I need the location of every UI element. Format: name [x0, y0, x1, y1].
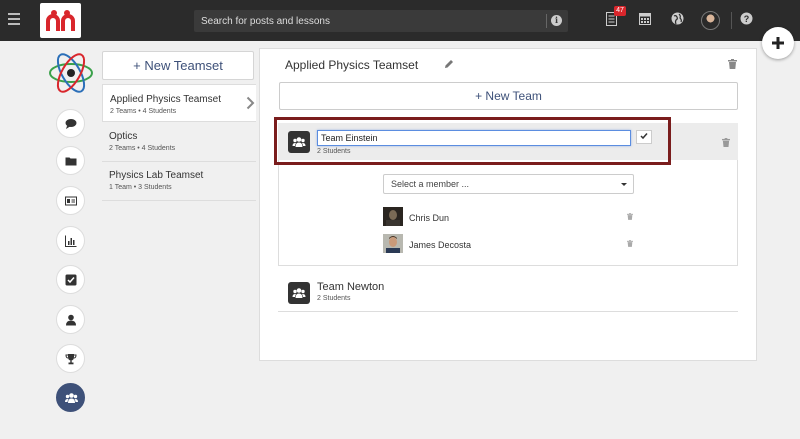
- rail-assignments-button[interactable]: [56, 265, 85, 294]
- teamset-name: Applied Physics Teamset: [110, 94, 221, 105]
- teamset-item-applied-physics[interactable]: Applied Physics Teamset 2 Teams • 4 Stud…: [102, 84, 256, 122]
- menu-icon[interactable]: [8, 13, 20, 27]
- checkbox-icon: [65, 274, 77, 286]
- rail-teams-button[interactable]: [56, 383, 85, 412]
- member-avatar: [383, 234, 403, 253]
- top-bar: i 47 ?: [0, 0, 800, 41]
- search-divider: [546, 14, 547, 28]
- trash-icon[interactable]: [627, 240, 633, 247]
- teamset-name: Optics: [109, 131, 138, 142]
- trash-icon[interactable]: [627, 213, 633, 220]
- rail-badges-button[interactable]: [56, 344, 85, 373]
- info-icon[interactable]: i: [551, 15, 562, 26]
- rail-analytics-button[interactable]: [56, 226, 85, 255]
- teamset-meta: 1 Team • 3 Students: [109, 184, 172, 191]
- teamset-item-physics-lab[interactable]: Physics Lab Teamset 1 Team • 3 Students: [102, 162, 256, 200]
- list-divider: [102, 200, 256, 201]
- rail-discussions-button[interactable]: [56, 109, 85, 138]
- id-card-icon: [65, 196, 77, 206]
- search-bar: i: [194, 10, 568, 32]
- team-meta: 2 Students: [317, 295, 351, 302]
- team-name[interactable]: Team Newton: [317, 281, 384, 293]
- svg-text:?: ?: [744, 14, 750, 24]
- member-name: James Decosta: [409, 240, 472, 250]
- trophy-icon: [65, 354, 77, 365]
- page-title: Applied Physics Teamset: [285, 58, 419, 72]
- users-icon: [292, 288, 306, 298]
- teamset-item-optics[interactable]: Optics 2 Teams • 4 Students: [102, 123, 256, 161]
- course-logo-icon[interactable]: [47, 49, 95, 97]
- add-fab-button[interactable]: [762, 27, 794, 59]
- chevron-right-icon: [246, 96, 255, 110]
- member-select[interactable]: Select a member ...: [383, 174, 634, 194]
- rail-people-button[interactable]: [56, 305, 85, 334]
- team-avatar: [288, 282, 310, 304]
- globe-icon[interactable]: [671, 12, 684, 25]
- trash-icon[interactable]: [728, 59, 737, 69]
- teamset-meta: 2 Teams • 4 Students: [110, 108, 177, 115]
- list-divider: [278, 311, 738, 312]
- rail-gradebook-button[interactable]: [56, 186, 85, 215]
- teamset-meta: 2 Teams • 4 Students: [109, 145, 176, 152]
- comment-icon: [65, 119, 77, 129]
- new-teamset-button[interactable]: + New Teamset: [102, 51, 254, 80]
- member-avatar: [383, 207, 403, 226]
- new-team-button[interactable]: + New Team: [279, 82, 738, 110]
- bar-chart-icon: [65, 235, 77, 247]
- help-icon[interactable]: ?: [740, 12, 753, 25]
- user-avatar[interactable]: [701, 11, 720, 30]
- logo-icon: [46, 10, 75, 31]
- rail-folder-button[interactable]: [56, 146, 85, 175]
- user-icon: [66, 314, 76, 326]
- trash-icon[interactable]: [722, 138, 730, 147]
- member-name: Chris Dun: [409, 213, 450, 223]
- pencil-icon[interactable]: [444, 59, 454, 69]
- topbar-divider: [731, 12, 732, 29]
- folder-icon: [65, 157, 77, 166]
- member-select-label: Select a member ...: [391, 179, 470, 189]
- caret-down-icon: [621, 183, 627, 186]
- users-icon: [65, 393, 78, 403]
- plus-icon: [772, 37, 784, 49]
- calendar-icon[interactable]: [639, 12, 651, 25]
- notification-badge: 47: [614, 6, 626, 16]
- teamset-name: Physics Lab Teamset: [109, 170, 204, 181]
- app-logo[interactable]: [40, 3, 81, 38]
- search-input[interactable]: [194, 10, 544, 32]
- focus-highlight: [274, 117, 671, 165]
